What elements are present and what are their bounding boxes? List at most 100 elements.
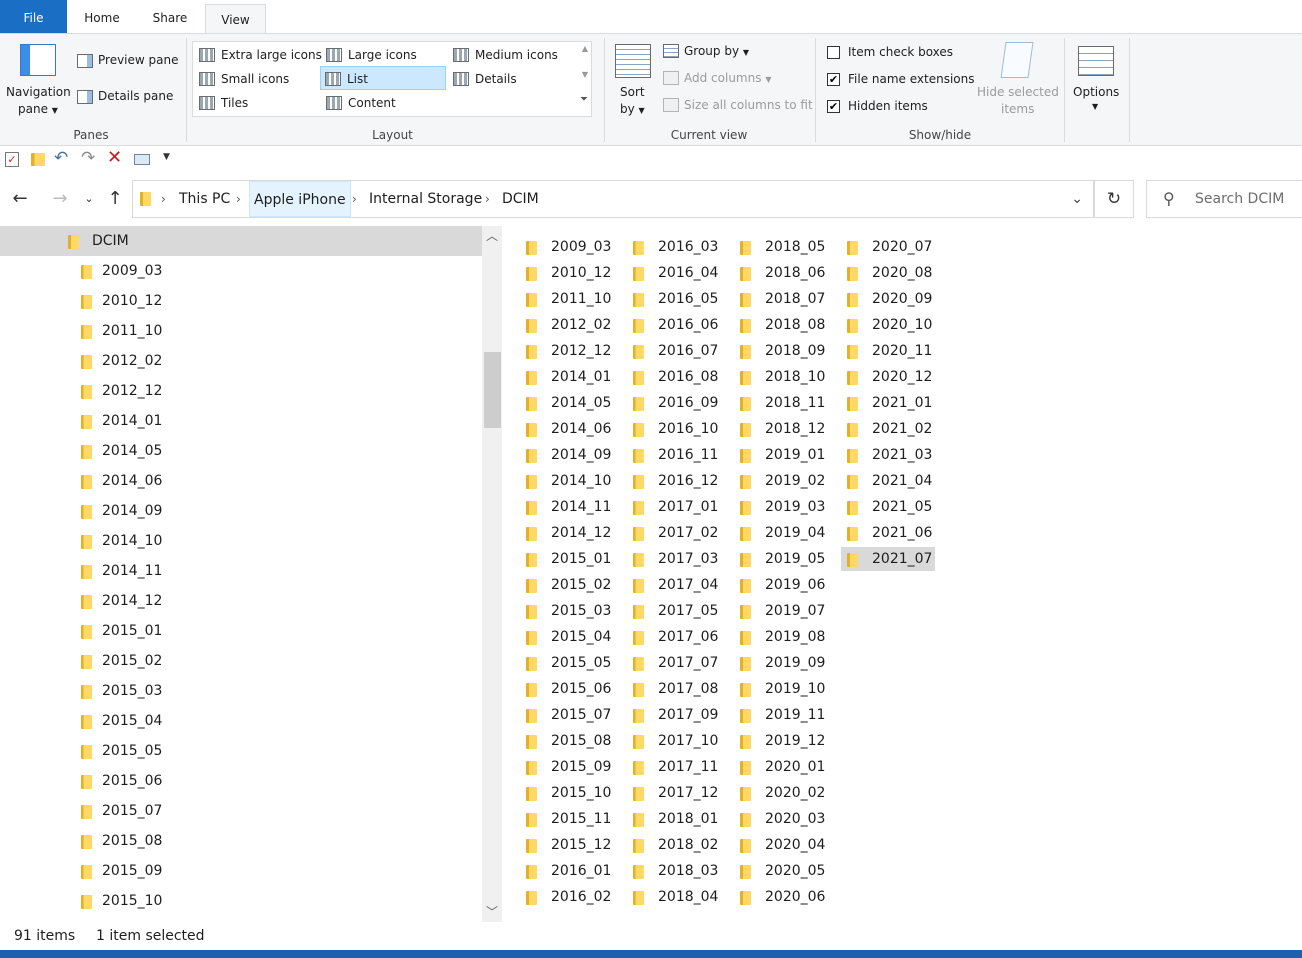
folder-item[interactable]: 2018_12 [734,417,828,441]
address-bar[interactable]: › This PC › Apple iPhone › Internal Stor… [132,180,1094,218]
folder-item[interactable]: 2018_10 [734,365,828,389]
folder-item[interactable]: 2017_02 [627,521,721,545]
folder-item[interactable]: 2020_11 [841,339,935,363]
folder-item[interactable]: 2015_07 [520,703,614,727]
folder-item[interactable]: 2021_01 [841,391,935,415]
folder-item[interactable]: 2019_07 [734,599,828,623]
folder-item[interactable]: 2014_06 [520,417,614,441]
forward-arrow-icon[interactable]: → [48,178,72,220]
sort-by-button-line2[interactable]: by ▼ [620,102,645,116]
folder-item[interactable]: 2016_12 [627,469,721,493]
hidden-items-checkbox[interactable]: ✔ [827,100,840,113]
nav-item[interactable]: 2012_02 [0,346,482,376]
size-all-columns-button[interactable]: Size all columns to fit [684,98,813,112]
layout-content[interactable]: Content [322,91,396,115]
folder-item[interactable]: 2012_12 [520,339,614,363]
chevron-right-icon[interactable]: › [485,181,490,217]
folder-item[interactable]: 2015_06 [520,677,614,701]
folder-item[interactable]: 2016_07 [627,339,721,363]
folder-item[interactable]: 2021_03 [841,443,935,467]
gallery-scroll-up-icon[interactable]: ▲ [582,44,588,53]
folder-item[interactable]: 2019_12 [734,729,828,753]
nav-item[interactable]: 2014_11 [0,556,482,586]
breadcrumb-apple-iphone[interactable]: Apple iPhone [249,181,351,217]
folder-item[interactable]: 2015_08 [520,729,614,753]
layout-details[interactable]: Details [449,67,517,91]
undo-icon[interactable]: ↶ [54,148,68,168]
layout-small-icons[interactable]: Small icons [195,67,289,91]
folder-item[interactable]: 2014_10 [520,469,614,493]
navigation-pane-scrollbar[interactable]: ︿ ﹀ [482,226,502,922]
folder-item[interactable]: 2018_01 [627,807,721,831]
breadcrumb-this-pc[interactable]: This PC [175,181,234,217]
folder-item[interactable]: 2017_10 [627,729,721,753]
item-check-boxes-label[interactable]: Item check boxes [848,45,953,59]
folder-item[interactable]: 2019_09 [734,651,828,675]
chevron-right-icon[interactable]: › [352,181,357,217]
folder-item[interactable]: 2015_10 [520,781,614,805]
folder-item[interactable]: 2019_05 [734,547,828,571]
nav-item[interactable]: 2015_10 [0,886,482,916]
sort-by-button-line1[interactable]: Sort [620,85,645,99]
folder-item[interactable]: 2018_04 [627,885,721,909]
folder-item[interactable]: 2015_03 [520,599,614,623]
tab-file[interactable]: File [0,0,67,33]
folder-item[interactable]: 2021_04 [841,469,935,493]
item-check-boxes-checkbox[interactable] [827,46,840,59]
folder-item[interactable]: 2014_09 [520,443,614,467]
folder-item[interactable]: 2018_08 [734,313,828,337]
folder-item[interactable]: 2020_05 [734,859,828,883]
folder-item[interactable]: 2017_01 [627,495,721,519]
folder-item[interactable]: 2020_07 [841,235,935,259]
redo-icon[interactable]: ↷ [81,148,95,168]
gallery-scroll-down-icon[interactable]: ▼ [582,70,588,79]
folder-item[interactable]: 2020_03 [734,807,828,831]
folder-item[interactable]: 2015_12 [520,833,614,857]
nav-item[interactable]: 2015_02 [0,646,482,676]
delete-icon[interactable]: ✕ [107,147,122,168]
folder-item[interactable]: 2019_02 [734,469,828,493]
folder-item[interactable]: 2021_06 [841,521,935,545]
folder-item[interactable]: 2017_11 [627,755,721,779]
search-input[interactable] [1195,181,1301,217]
nav-item[interactable]: 2015_06 [0,766,482,796]
folder-item[interactable]: 2019_10 [734,677,828,701]
chevron-right-icon[interactable]: › [161,181,166,217]
nav-item[interactable]: 2014_12 [0,586,482,616]
folder-item[interactable]: 2016_05 [627,287,721,311]
customize-toolbar-icon[interactable]: ▼ [163,152,170,162]
nav-item[interactable]: 2015_09 [0,856,482,886]
folder-item[interactable]: 2017_06 [627,625,721,649]
properties-icon[interactable]: ✓ [5,152,19,167]
hide-selected-items-line1[interactable]: Hide selected [977,85,1059,99]
hide-selected-items-line2[interactable]: items [1001,102,1034,116]
scroll-down-icon[interactable]: ﹀ [482,902,502,922]
folder-item[interactable]: 2014_05 [520,391,614,415]
layout-medium-icons[interactable]: Medium icons [449,43,558,67]
folder-item[interactable]: 2020_01 [734,755,828,779]
folder-item[interactable]: 2021_05 [841,495,935,519]
back-arrow-icon[interactable]: ← [8,178,32,220]
folder-item[interactable]: 2021_02 [841,417,935,441]
folder-item[interactable]: 2019_03 [734,495,828,519]
folder-item[interactable]: 2014_11 [520,495,614,519]
group-by-button[interactable]: Group by ▼ [684,44,749,58]
nav-item[interactable]: 2015_07 [0,796,482,826]
preview-pane-button[interactable]: Preview pane [98,53,178,67]
folder-item[interactable]: 2020_04 [734,833,828,857]
folder-item[interactable]: 2014_01 [520,365,614,389]
folder-item[interactable]: 2016_04 [627,261,721,285]
folder-item[interactable]: 2017_07 [627,651,721,675]
folder-item[interactable]: 2018_07 [734,287,828,311]
breadcrumb-internal-storage[interactable]: Internal Storage [365,181,486,217]
folder-item[interactable]: 2015_11 [520,807,614,831]
chevron-down-icon[interactable]: ▼ [1092,102,1098,111]
folder-item[interactable]: 2017_03 [627,547,721,571]
folder-item[interactable]: 2020_09 [841,287,935,311]
nav-item[interactable]: 2010_12 [0,286,482,316]
navigation-pane-icon[interactable] [20,44,56,76]
folder-item[interactable]: 2017_08 [627,677,721,701]
folder-item[interactable]: 2011_10 [520,287,614,311]
search-box[interactable]: ⚲ [1146,180,1302,218]
folder-item[interactable]: 2017_04 [627,573,721,597]
